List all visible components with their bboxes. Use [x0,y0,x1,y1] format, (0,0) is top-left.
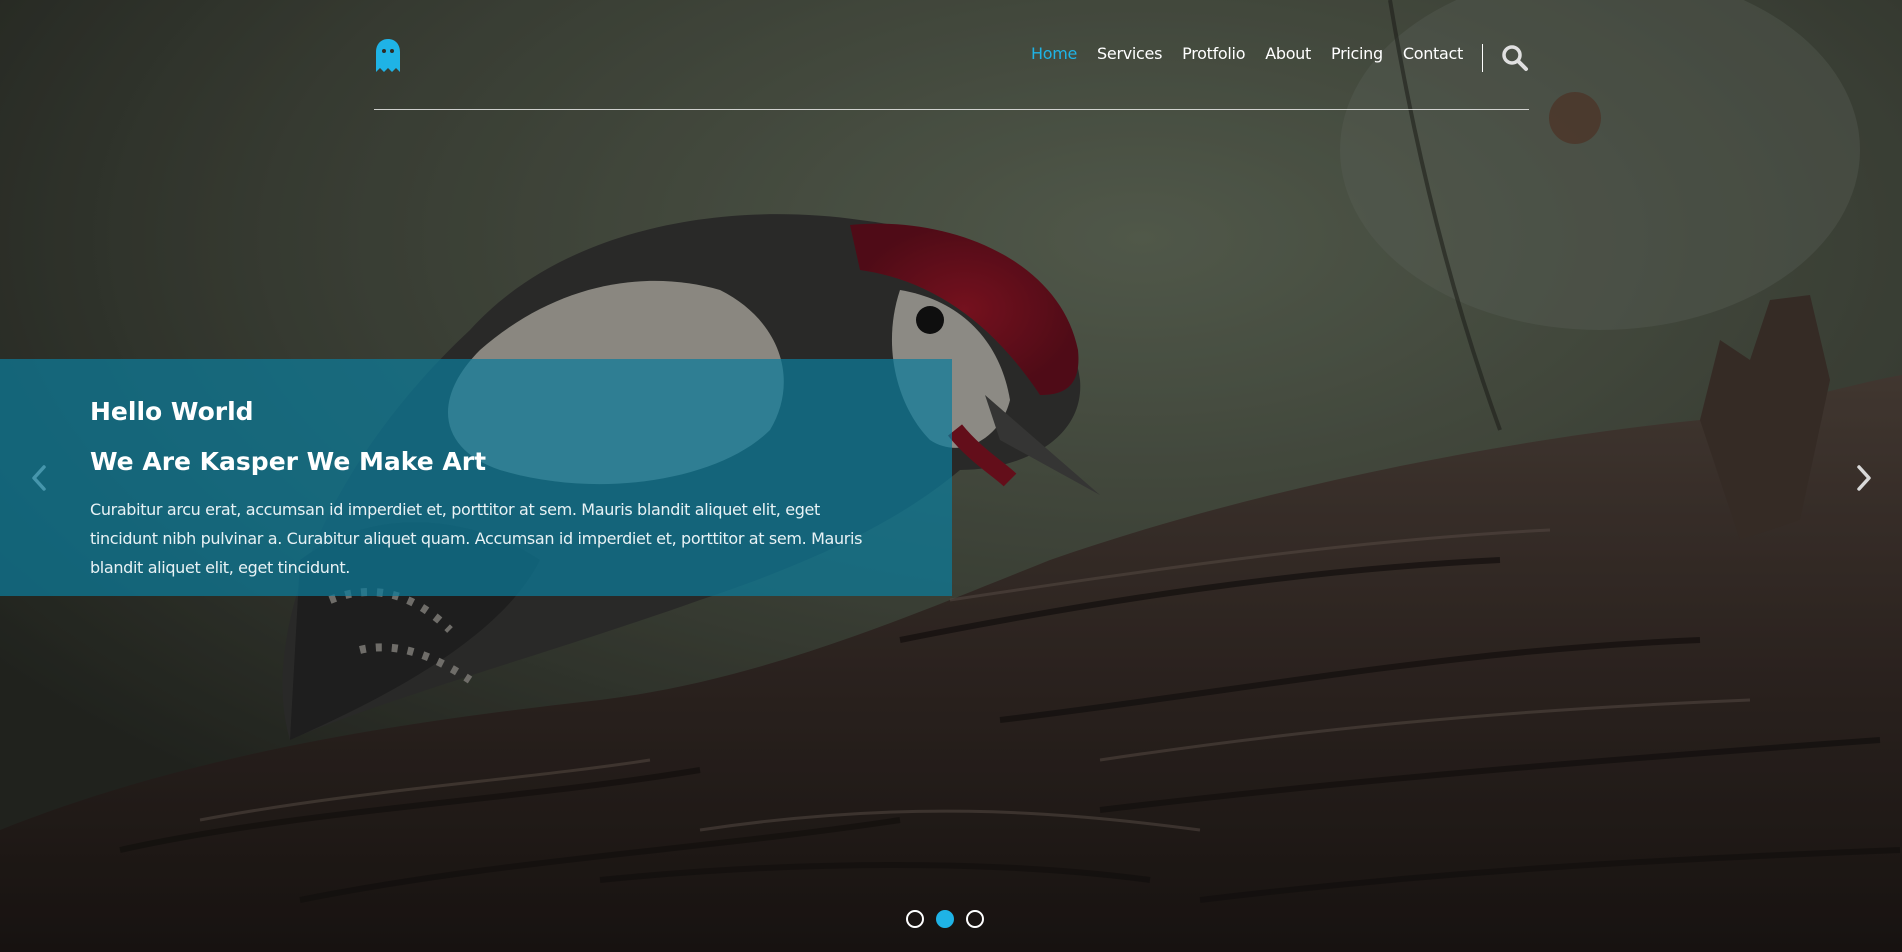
slide-subtitle: We Are Kasper We Make Art [90,447,487,476]
nav-divider [1482,44,1483,72]
chevron-right-icon[interactable] [1853,463,1875,493]
main-nav: Home Services Protfolio About Pricing Co… [1011,44,1463,63]
slide-caption: Hello World We Are Kasper We Make Art Cu… [0,359,952,596]
slide-title: Hello World [90,397,254,426]
nav-link-portfolio[interactable]: Protfolio [1182,44,1245,63]
nav-link-contact[interactable]: Contact [1403,44,1463,63]
slider-dot-2[interactable] [936,910,954,928]
slider-dots [906,910,996,928]
nav-link-pricing[interactable]: Pricing [1331,44,1383,63]
slider-dot-3[interactable] [966,910,984,928]
navbar: Home Services Protfolio About Pricing Co… [374,0,1529,111]
header-divider-line [374,109,1529,110]
nav-link-about[interactable]: About [1265,44,1311,63]
nav-link-home[interactable]: Home [1031,44,1077,63]
ghost-icon[interactable] [374,38,402,74]
nav-link-services[interactable]: Services [1097,44,1162,63]
slider-dot-1[interactable] [906,910,924,928]
search-icon[interactable] [1501,44,1529,72]
slide-text: Curabitur arcu erat, accumsan id imperdi… [90,500,863,577]
